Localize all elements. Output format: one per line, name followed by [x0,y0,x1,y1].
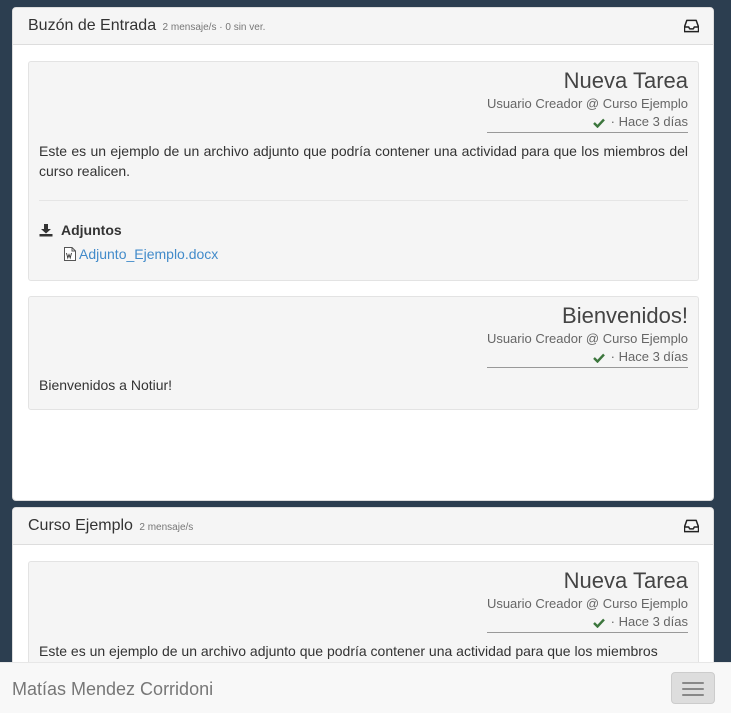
message-meta: Usuario Creador @ Curso Ejemplo · Hace 3… [486,95,688,133]
message-time-row: · Hace 3 días [487,613,688,631]
message-title: Bienvenidos! [562,303,688,328]
message-time: · Hace 3 días [610,349,688,364]
message-author: Usuario Creador @ Curso Ejemplo [486,331,688,346]
message-body: Este es un ejemplo de un archivo adjunto… [39,143,688,179]
message-body: Bienvenidos a Notiur! [39,377,173,393]
message-meta: Usuario Creador @ Curso Ejemplo · Hace 3… [486,595,688,633]
inbox-panel-heading: Buzón de Entrada 2 mensaje/s · 0 sin ver… [13,8,713,45]
attachment-link[interactable]: Adjunto_Ejemplo.docx [79,246,218,262]
message-header: Nueva Tarea Usuario Creador @ Curso Ejem… [39,62,688,133]
message-author: Usuario Creador @ Curso Ejemplo [486,596,688,611]
check-icon [593,618,605,628]
hamburger-icon [682,694,704,696]
check-icon [593,118,605,128]
inbox-subtitle: 2 mensaje/s · 0 sin ver. [162,22,266,33]
inbox-icon[interactable] [684,19,699,33]
message-time-row: · Hace 3 días [487,348,688,366]
menu-toggle-button[interactable] [671,672,715,704]
message-header: Nueva Tarea Usuario Creador @ Curso Ejem… [39,562,688,633]
message-body: Este es un ejemplo de un archivo adjunto… [39,643,658,659]
attachment-item[interactable]: Adjunto_Ejemplo.docx [64,246,688,262]
course-title: Curso Ejemplo [28,517,133,534]
message-time: · Hace 3 días [610,114,688,129]
inbox-panel: Buzón de Entrada 2 mensaje/s · 0 sin ver… [12,7,714,501]
message-header: Bienvenidos! Usuario Creador @ Curso Eje… [39,297,688,368]
message-time-row: · Hace 3 días [487,113,688,131]
user-name[interactable]: Matías Mendez Corridoni [12,679,213,700]
course-subtitle: 2 mensaje/s [139,522,194,533]
attachments-label: Adjuntos [61,222,122,238]
attachments-heading: Adjuntos [39,222,688,238]
message-meta: Usuario Creador @ Curso Ejemplo · Hace 3… [486,330,688,368]
hamburger-icon [682,682,704,684]
inbox-icon[interactable] [684,519,699,533]
message-author: Usuario Creador @ Curso Ejemplo [486,96,688,111]
word-file-icon [64,247,76,261]
inbox-title: Buzón de Entrada [28,17,157,34]
message-title: Nueva Tarea [563,68,688,93]
bottom-navbar: Matías Mendez Corridoni [0,662,731,713]
download-icon [39,224,53,237]
app-viewport: Buzón de Entrada 2 mensaje/s · 0 sin ver… [0,0,731,713]
hamburger-icon [682,688,704,690]
message-divider [39,200,688,201]
message-card: Bienvenidos! Usuario Creador @ Curso Eje… [28,296,699,410]
message-card: Nueva Tarea Usuario Creador @ Curso Ejem… [28,61,699,281]
course-panel-heading: Curso Ejemplo 2 mensaje/s [13,508,713,545]
message-time: · Hace 3 días [610,614,688,629]
message-title: Nueva Tarea [563,568,688,593]
check-icon [593,353,605,363]
